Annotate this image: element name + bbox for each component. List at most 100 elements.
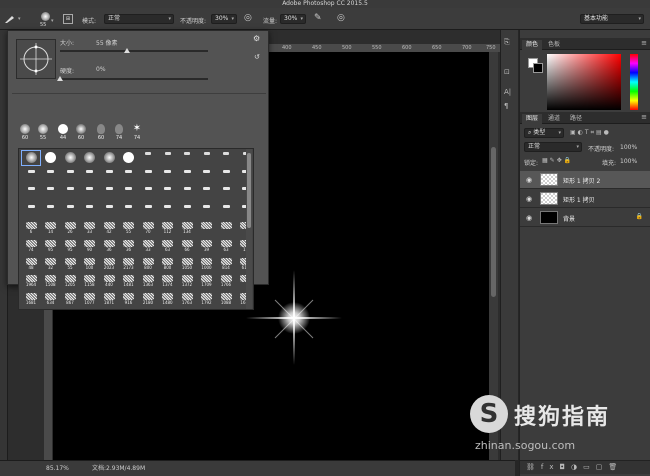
brush-preset[interactable] — [22, 204, 40, 218]
recent-brush[interactable]: 60 — [94, 124, 108, 141]
brush-preset[interactable]: 440 — [100, 274, 118, 288]
brush-preset[interactable]: 26 — [61, 221, 79, 235]
brush-preset[interactable]: 33 — [139, 239, 157, 253]
brush-preset[interactable]: 1766 — [217, 274, 235, 288]
tab-paths[interactable]: 路径 — [566, 114, 586, 124]
recent-brush[interactable]: 55 — [36, 124, 50, 141]
history-icon[interactable]: ⎘ — [504, 38, 516, 48]
layer-filter-select[interactable]: ⌕ 类型 ▾ — [524, 128, 564, 138]
brush-preset[interactable]: 70 — [139, 221, 157, 235]
brush-preset[interactable] — [217, 221, 235, 235]
brush-preset[interactable] — [159, 151, 177, 165]
eye-icon[interactable]: ◉ — [526, 176, 532, 184]
brush-preset[interactable] — [22, 169, 40, 183]
brush-preset[interactable]: 66 — [178, 239, 196, 253]
brush-preset[interactable]: 90 — [81, 239, 99, 253]
brush-preset[interactable]: 1964 — [22, 274, 40, 288]
hardness-slider[interactable] — [60, 78, 208, 80]
flow-input[interactable]: 30% ▾ — [280, 14, 306, 24]
layer-row[interactable]: ◉ 矩形 1 拷贝 — [520, 190, 650, 208]
brush-preset[interactable] — [81, 169, 99, 183]
brush-tool-icon[interactable] — [4, 14, 16, 28]
brush-preset[interactable] — [120, 186, 138, 200]
brush-preset[interactable] — [61, 151, 79, 165]
brush-preset[interactable]: 2173 — [120, 257, 138, 271]
blend-mode-select[interactable]: 正常 ▾ — [524, 142, 582, 152]
workspace-select[interactable]: 基本功能 ▾ — [580, 14, 644, 24]
brush-preset[interactable]: 1000 — [198, 257, 216, 271]
brush-preset[interactable] — [81, 151, 99, 165]
brush-preset[interactable]: 1088 — [217, 292, 235, 306]
brush-preset[interactable] — [178, 169, 196, 183]
hardness-slider-knob[interactable] — [57, 76, 63, 81]
brush-preset[interactable] — [42, 204, 60, 218]
brush-preset[interactable] — [42, 151, 60, 165]
brush-preset[interactable] — [159, 186, 177, 200]
brush-preset[interactable] — [61, 169, 79, 183]
brush-preset[interactable]: 134 — [178, 221, 196, 235]
brush-preset[interactable]: 1763 — [178, 292, 196, 306]
brush-preset[interactable] — [100, 151, 118, 165]
recent-brush[interactable]: ✶ 74 — [130, 124, 144, 142]
brush-preset[interactable]: 1050 — [178, 257, 196, 271]
brush-preset[interactable]: 95 — [61, 239, 79, 253]
paragraph-icon[interactable]: ¶ — [504, 102, 516, 112]
layer-action-icons[interactable]: ⛓fx◘◑▭▢🗑 — [526, 463, 623, 471]
brush-preset[interactable]: 33 — [81, 221, 99, 235]
size-slider[interactable] — [60, 50, 208, 52]
gear-icon[interactable]: ⚙ — [253, 34, 260, 43]
tab-color[interactable]: 颜色 — [522, 40, 543, 50]
layer-row[interactable]: ◉ 矩形 1 拷贝 2 — [520, 171, 650, 189]
brush-preset[interactable]: 1372 — [178, 274, 196, 288]
recent-brush[interactable]: 60 — [18, 124, 32, 141]
brush-preset[interactable] — [198, 169, 216, 183]
brush-preset[interactable]: 95 — [42, 239, 60, 253]
brush-preset[interactable] — [120, 169, 138, 183]
brush-list-scrollbar[interactable] — [246, 149, 252, 309]
brush-preset[interactable] — [198, 151, 216, 165]
brush-preset[interactable] — [100, 204, 118, 218]
scrollbar-thumb[interactable] — [491, 147, 496, 297]
brush-preset[interactable] — [139, 151, 157, 165]
brush-preset[interactable] — [217, 169, 235, 183]
opacity-input[interactable]: 30% ▾ — [211, 14, 237, 24]
recent-brush[interactable]: 60 — [74, 124, 88, 141]
zoom-level[interactable]: 85.17% — [46, 461, 69, 476]
brush-preset[interactable]: 112 — [159, 221, 177, 235]
brush-preset[interactable] — [139, 169, 157, 183]
brush-preset[interactable] — [120, 204, 138, 218]
mode-select[interactable]: 正常 ▾ — [104, 14, 174, 24]
brush-preset[interactable]: 48 — [22, 257, 40, 271]
brush-preset[interactable]: 1480 — [159, 292, 177, 306]
brush-angle-preview[interactable] — [16, 39, 56, 79]
brush-preset[interactable]: 1681 — [22, 292, 40, 306]
brush-preset[interactable]: 55 — [61, 257, 79, 271]
brush-preset[interactable] — [217, 186, 235, 200]
brush-preset[interactable]: 1508 — [42, 274, 60, 288]
brush-preset[interactable]: 39 — [198, 239, 216, 253]
reset-angle-icon[interactable]: ↺ — [254, 53, 260, 61]
size-slider-knob[interactable] — [123, 48, 130, 53]
brush-preset[interactable] — [22, 186, 40, 200]
brush-preset[interactable]: 1792 — [198, 292, 216, 306]
brush-preset[interactable]: 55 — [120, 221, 138, 235]
hue-slider[interactable] — [630, 54, 638, 110]
character-icon[interactable]: A| — [504, 88, 516, 98]
hardness-value[interactable]: 0% — [96, 66, 106, 73]
brush-preset[interactable]: 1363 — [139, 274, 157, 288]
eye-icon[interactable]: ◉ — [526, 195, 532, 203]
filter-icons[interactable]: ▣◐T⌗▤● — [570, 129, 611, 137]
brush-preset[interactable]: 2023 — [100, 257, 118, 271]
brush-preset-picker[interactable]: 55 ▾ — [36, 11, 56, 29]
pressure-opacity-icon[interactable]: ◎ — [244, 13, 252, 23]
brush-preset[interactable] — [139, 186, 157, 200]
brush-settings-icon[interactable]: ⊡ — [504, 68, 516, 78]
tab-swatches[interactable]: 色板 — [544, 40, 564, 50]
tab-channels[interactable]: 通道 — [544, 114, 564, 124]
brush-preset[interactable] — [61, 186, 79, 200]
brush-preset[interactable]: 2180 — [139, 292, 157, 306]
brush-preset[interactable]: 74 — [22, 239, 40, 253]
brush-preset[interactable] — [100, 169, 118, 183]
brush-preset[interactable]: 1158 — [81, 274, 99, 288]
brush-preset[interactable]: 63 — [159, 239, 177, 253]
